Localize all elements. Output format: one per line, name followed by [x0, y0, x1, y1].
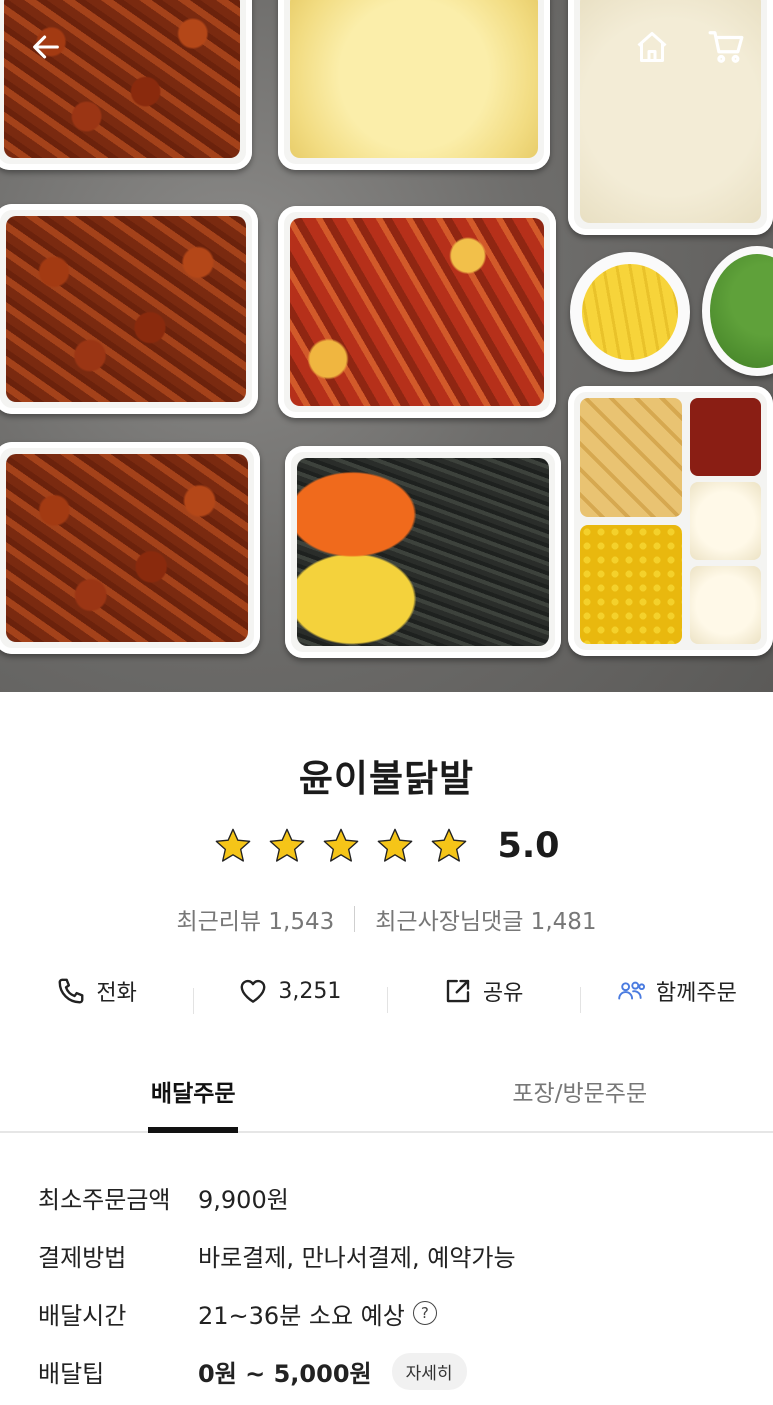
phone-icon: [58, 978, 84, 1004]
share-icon: [446, 979, 470, 1003]
delivery-time-wrap: 21~36분 소요 예상 ?: [198, 1296, 437, 1331]
payment-label: 결제방법: [38, 1243, 127, 1272]
star-icon: [432, 828, 467, 862]
share-button[interactable]: 공유: [386, 975, 580, 1013]
heart-icon: [240, 979, 266, 1003]
min-order-value: 9,900원: [198, 1185, 289, 1214]
food-tray-chicken-feet: [0, 442, 260, 654]
tab-delivery[interactable]: 배달주문: [0, 1066, 387, 1131]
owner-replies-link[interactable]: 최근사장님댓글 1,481: [375, 902, 596, 936]
star-icon: [324, 828, 359, 862]
food-tray-sides: [568, 386, 773, 656]
back-arrow-icon[interactable]: [26, 27, 66, 67]
delivery-time-label: 배달시간: [38, 1301, 127, 1330]
favorite-count: 3,251: [278, 978, 342, 1004]
share-label: 공유: [482, 981, 524, 1006]
info-row-delivery-tip: 배달팁 0원 ~ 5,000원 자세히: [38, 1342, 516, 1400]
pickled-radish-dish: [570, 252, 690, 372]
group-order-label: 함께주문: [655, 981, 737, 1006]
call-button[interactable]: 전화: [0, 975, 193, 1007]
info-row-min-order: 최소주문금액 9,900원: [38, 1168, 516, 1226]
food-tray-tteokbokki: [278, 206, 556, 418]
delivery-tip-label: 배달팁: [38, 1359, 105, 1388]
lettuce-dish: [702, 246, 773, 376]
food-tray-rice-ball: [285, 446, 561, 658]
store-name: 윤이불닭발: [298, 757, 475, 800]
home-icon[interactable]: [632, 27, 672, 67]
payment-value: 바로결제, 만나서결제, 예약가능: [198, 1243, 516, 1272]
star-icon: [270, 828, 305, 862]
delivery-tip-value: 0원 ~ 5,000원: [198, 1359, 372, 1388]
rating-value: 5.0: [497, 826, 560, 866]
group-icon: [618, 981, 645, 1000]
star-icon: [216, 828, 251, 862]
food-tray-steamed-egg: [278, 0, 550, 170]
delivery-info: 최소주문금액 9,900원 결제방법 바로결제, 만나서결제, 예약가능 배달시…: [38, 1168, 516, 1400]
order-type-tabs: 배달주문 포장/방문주문: [0, 1066, 773, 1133]
help-icon[interactable]: ?: [412, 1301, 437, 1325]
divider: [354, 906, 356, 932]
review-stats: 최근리뷰 1,543 최근사장님댓글 1,481: [0, 902, 773, 936]
detail-button[interactable]: 자세히: [391, 1352, 467, 1390]
food-tray-chicken-feet: [0, 0, 252, 170]
rating-row: 5.0: [0, 826, 773, 866]
delivery-tip-wrap: 0원 ~ 5,000원 자세히: [198, 1352, 467, 1390]
min-order-label: 최소주문금액: [38, 1185, 171, 1214]
call-label: 전화: [96, 981, 137, 1006]
cart-icon[interactable]: [706, 27, 746, 67]
tab-pickup[interactable]: 포장/방문주문: [387, 1066, 773, 1131]
star-icon: [378, 828, 413, 862]
info-row-delivery-time: 배달시간 21~36분 소요 예상 ?: [38, 1284, 516, 1342]
info-row-payment: 결제방법 바로결제, 만나서결제, 예약가능: [38, 1226, 516, 1284]
favorite-button[interactable]: 3,251: [193, 976, 386, 1014]
food-tray-chicken-feet: [0, 204, 258, 414]
group-order-button[interactable]: 함께주문: [579, 975, 773, 1013]
recent-reviews-link[interactable]: 최근리뷰 1,543: [176, 902, 334, 936]
store-hero-image: [0, 0, 773, 692]
action-bar: 전화 3,251 공유 함께주문: [0, 966, 773, 1016]
delivery-time-value: 21~36분 소요 예상: [198, 1301, 405, 1330]
